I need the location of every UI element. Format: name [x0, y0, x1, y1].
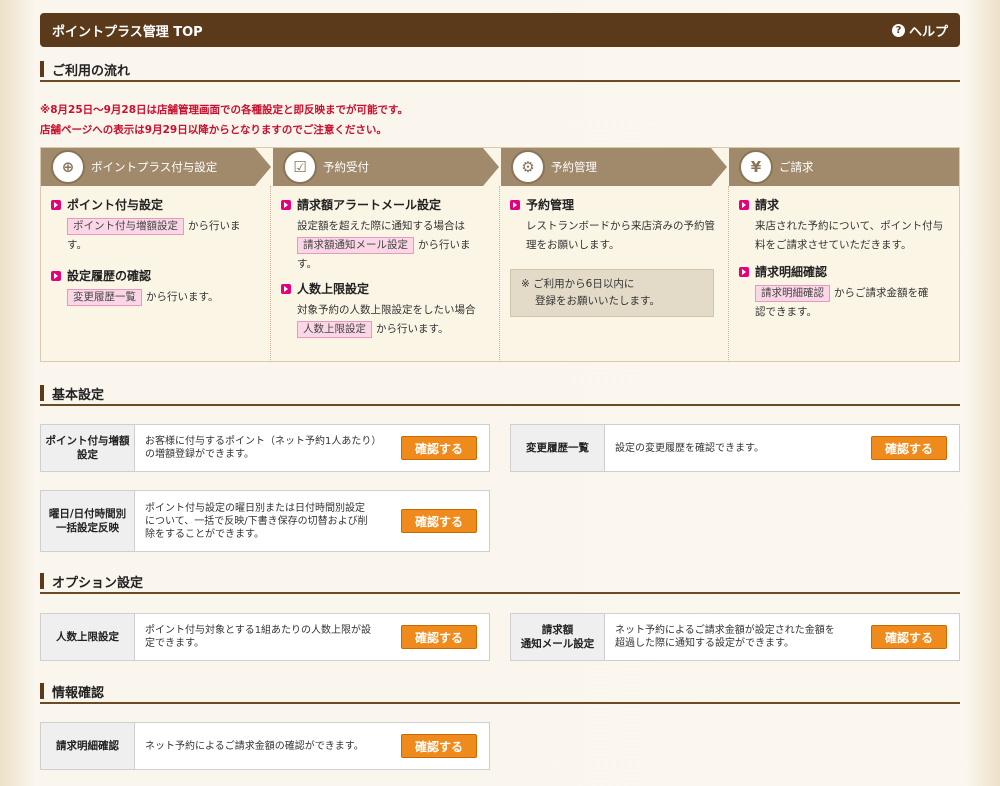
- change-history-link[interactable]: 変更履歴一覧: [67, 289, 142, 306]
- arrow-bullet-icon: [281, 199, 291, 210]
- arrow-bullet-icon: [739, 266, 749, 277]
- row-label: 請求額 通知メール設定: [511, 614, 605, 660]
- setting-row-headcount-limit: 人数上限設定 ポイント付与対象とする1組あたりの人数上限が設 定できます。 確認す…: [40, 613, 490, 661]
- step-subtitle: 予約管理: [510, 196, 718, 213]
- setting-row-point-increase: ポイント付与増額 設定 お客様に付与するポイント（ネット予約1人あたり） の増額登録…: [40, 424, 490, 472]
- notice-text: ※8月25日～9月28日は店舗管理画面での各種設定と即反映までが可能です。 店舗…: [40, 100, 408, 140]
- row-description: ネット予約によるご請求金額が設定された金額を 超過した際に通知する設定ができます。: [615, 625, 835, 649]
- section-marker: [40, 683, 44, 699]
- page-title: ポイントプラス管理 TOP: [52, 24, 203, 40]
- step-title: ご請求: [779, 160, 814, 174]
- step-header-2: ☑ 予約受付: [273, 148, 483, 186]
- help-label: ヘルプ: [908, 24, 948, 40]
- setting-row-billing-alert: 請求額 通知メール設定 ネット予約によるご請求金額が設定された金額を 超過した際に通…: [510, 613, 960, 661]
- page: ポイントプラス管理 TOP ? ヘルプ ご利用の流れ ※8月25日～9月28日は店…: [0, 0, 1000, 786]
- section-marker: [40, 61, 44, 77]
- step-column-1: ポイント付与設定 ポイント付与増額設定 から行いま す。 設定履歴の確認 変更履歴一…: [41, 186, 271, 362]
- row-label: ポイント付与増額 設定: [41, 425, 135, 471]
- headcount-limit-link[interactable]: 人数上限設定: [297, 321, 372, 338]
- top-header-bar: ポイントプラス管理 TOP ? ヘルプ: [40, 13, 960, 47]
- arrow-bullet-icon: [51, 199, 61, 210]
- billing-detail-link[interactable]: 請求明細確認: [755, 285, 830, 302]
- calendar-check-icon: ☑: [283, 150, 317, 184]
- step-column-2: 請求額アラートメール設定 設定額を超えた際に通知する場合は 請求額通知メール設定か…: [271, 186, 500, 362]
- row-label: 曜日/日付時間別 一括設定反映: [41, 491, 135, 551]
- confirm-button[interactable]: 確認する: [401, 625, 477, 649]
- step-arrow: [711, 148, 727, 186]
- notice-box: ※ ご利用から6日以内に 登録をお願いいたします。: [510, 269, 714, 317]
- section-option: オプション設定: [40, 570, 960, 594]
- setting-row-change-history: 変更履歴一覧 設定の変更履歴を確認できます。 確認する: [510, 424, 960, 472]
- step-subtitle: 設定履歴の確認: [51, 267, 260, 284]
- section-title: 情報確認: [52, 685, 105, 701]
- row-description: お客様に付与するポイント（ネット予約1人あたり） の増額登録ができます。: [145, 436, 382, 460]
- section-info: 情報確認: [40, 680, 960, 704]
- section-basic: 基本設定: [40, 382, 960, 406]
- step-arrow: [255, 148, 271, 186]
- step-header-3: ⚙ 予約管理: [501, 148, 711, 186]
- row-description: ポイント付与対象とする1組あたりの人数上限が設 定できます。: [145, 625, 372, 649]
- step-title: 予約管理: [551, 160, 597, 174]
- step-subtitle: 請求: [739, 196, 949, 213]
- step-subtitle: 請求明細確認: [739, 263, 949, 280]
- setting-row-bulk-apply: 曜日/日付時間別 一括設定反映 ポイント付与設定の曜日別または日付時間別設定 につい…: [40, 490, 490, 552]
- confirm-button[interactable]: 確認する: [401, 436, 477, 460]
- step-header-1: ⊕ ポイントプラス付与設定: [41, 148, 255, 186]
- notice-line-2: 店舗ページへの表示は9月29日以降からとなりますのでご注意ください。: [40, 124, 387, 136]
- point-increase-link[interactable]: ポイント付与増額設定: [67, 218, 184, 235]
- confirm-button[interactable]: 確認する: [401, 509, 477, 533]
- yen-icon: ¥: [739, 150, 773, 184]
- row-label: 請求明細確認: [41, 723, 135, 769]
- section-flow: ご利用の流れ: [40, 58, 960, 82]
- row-label: 変更履歴一覧: [511, 425, 605, 471]
- step-column-4: 請求 来店された予約について、ポイント付与 料をご請求させていただきます。 請求明…: [729, 186, 959, 362]
- step-subtitle: ポイント付与設定: [51, 196, 260, 213]
- confirm-button[interactable]: 確認する: [871, 436, 947, 460]
- arrow-bullet-icon: [510, 199, 520, 210]
- row-label: 人数上限設定: [41, 614, 135, 660]
- row-description: ポイント付与設定の曜日別または日付時間別設定 について、一括で反映/下書き保存の切…: [145, 502, 368, 540]
- arrow-bullet-icon: [281, 283, 291, 294]
- confirm-button[interactable]: 確認する: [401, 734, 477, 758]
- step-header-4: ¥ ご請求: [729, 148, 959, 186]
- notice-line-1: ※8月25日～9月28日は店舗管理画面での各種設定と即反映までが可能です。: [40, 104, 408, 116]
- section-marker: [40, 385, 44, 401]
- step-column-3: 予約管理 レストランボードから来店済みの予約管 理をお願いします。 ※ ご利用から…: [500, 186, 729, 362]
- row-description: ネット予約によるご請求金額の確認ができます。: [145, 740, 364, 752]
- section-marker: [40, 573, 44, 589]
- arrow-bullet-icon: [51, 270, 61, 281]
- billing-alert-link[interactable]: 請求額通知メール設定: [297, 237, 414, 254]
- arrow-bullet-icon: [739, 199, 749, 210]
- coin-plus-icon: ⊕: [51, 150, 85, 184]
- section-title: ご利用の流れ: [52, 63, 131, 79]
- setting-row-billing-detail: 請求明細確認 ネット予約によるご請求金額の確認ができます。 確認する: [40, 722, 490, 770]
- step-subtitle: 人数上限設定: [281, 280, 489, 297]
- question-icon: ?: [891, 23, 905, 37]
- calendar-gear-icon: ⚙: [511, 150, 545, 184]
- confirm-button[interactable]: 確認する: [871, 625, 947, 649]
- step-title: 予約受付: [323, 160, 369, 174]
- step-subtitle: 請求額アラートメール設定: [281, 196, 489, 213]
- help-link[interactable]: ? ヘルプ: [891, 21, 948, 40]
- step-title: ポイントプラス付与設定: [91, 160, 218, 174]
- row-description: 設定の変更履歴を確認できます。: [615, 442, 764, 454]
- step-arrow: [483, 148, 499, 186]
- flow-panel: ⊕ ポイントプラス付与設定 ☑ 予約受付 ⚙ 予約管理 ¥ ご請求 ポイント付与設定 ポ…: [40, 147, 960, 362]
- section-title: 基本設定: [52, 387, 105, 403]
- section-title: オプション設定: [52, 575, 144, 591]
